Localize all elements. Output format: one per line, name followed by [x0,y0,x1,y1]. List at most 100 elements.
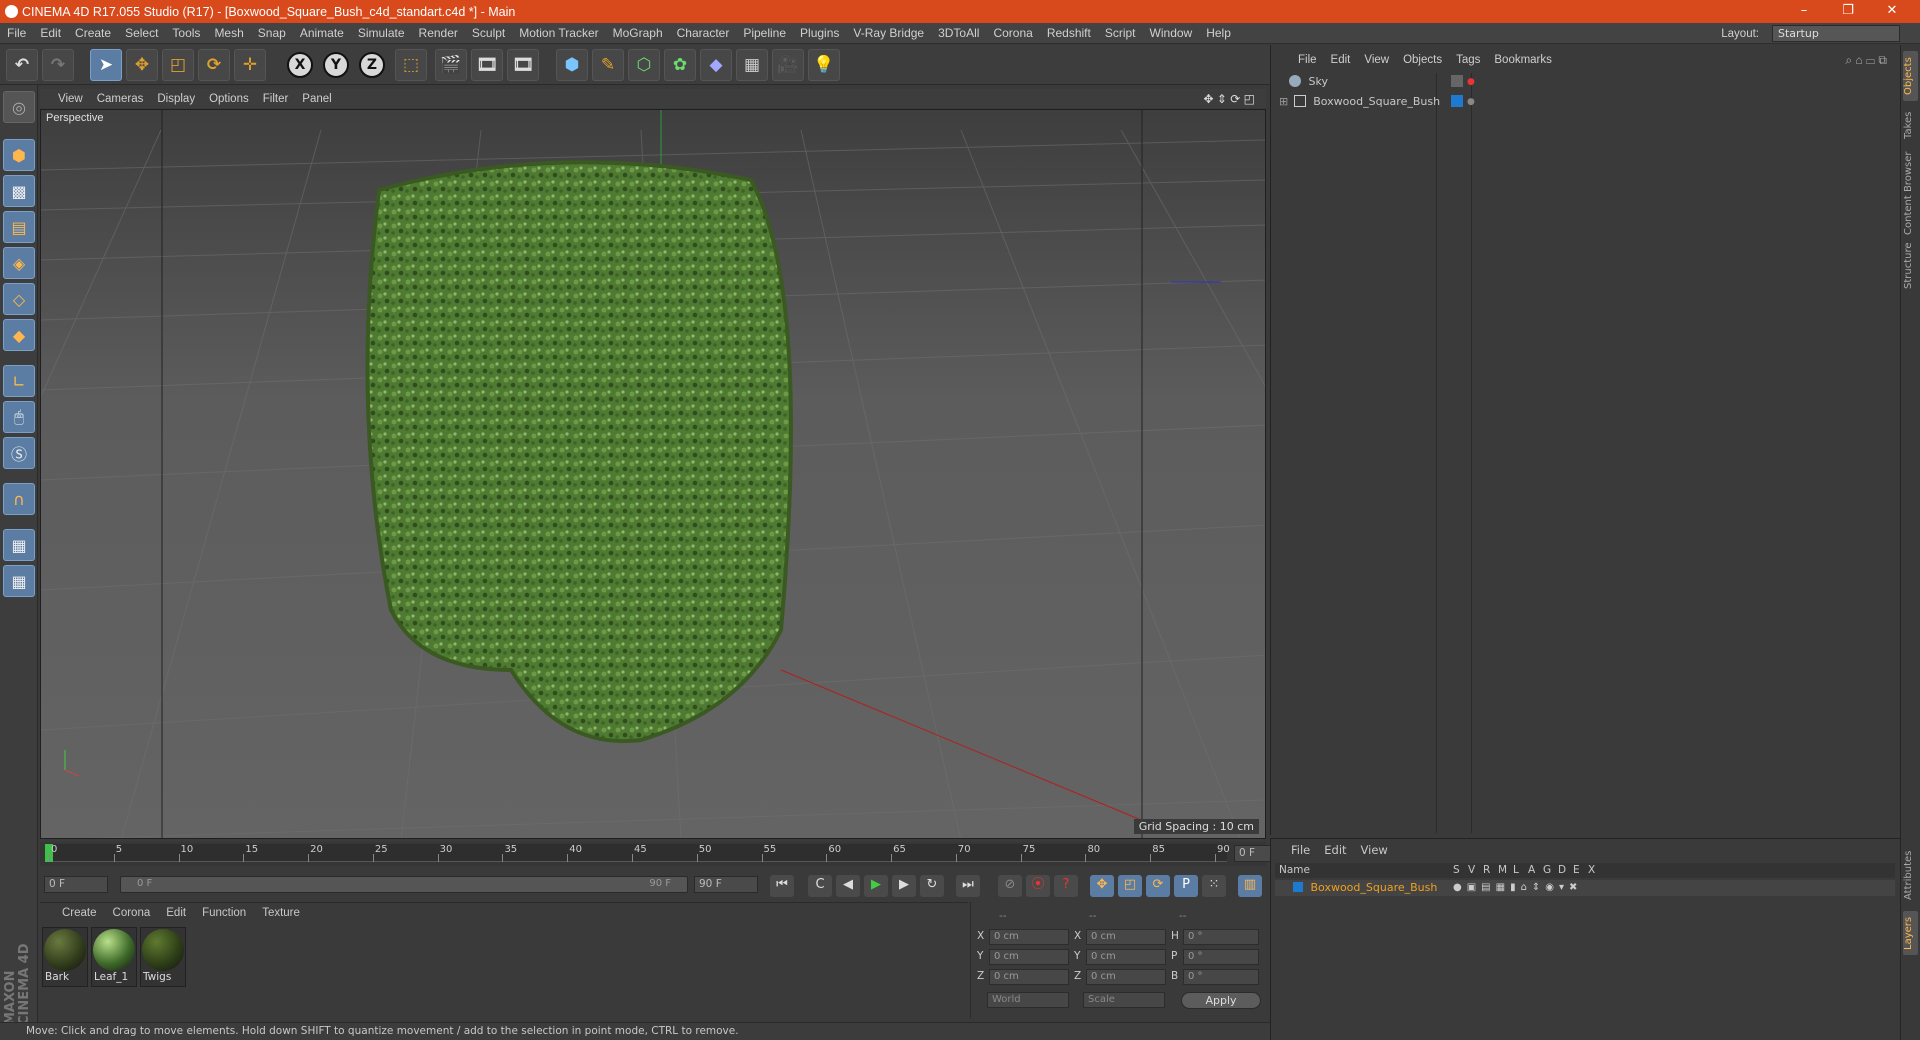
tweak-mode-icon[interactable]: 🖱 [3,401,35,433]
rotate-tool-icon[interactable]: ⟳ [198,49,230,81]
previous-key-icon[interactable]: C [808,875,832,897]
lock-x-axis-icon[interactable]: X [287,52,313,78]
size-x-field[interactable]: 0 cm [1086,929,1166,945]
object-menu-file[interactable]: File [1291,54,1324,66]
menu-create[interactable]: Create [68,26,118,40]
minimize-button[interactable]: – [1782,0,1826,23]
object-row-boxwood[interactable]: ⊞ Boxwood_Square_Bush ● [1279,93,1869,110]
menu-mograph[interactable]: MoGraph [606,26,670,40]
tab-layers[interactable]: Layers [1903,911,1918,955]
timeline-ruler[interactable]: 0 5 10 15 20 25 30 35 40 45 50 55 60 65 70 75 80 85 90 0 F [40,842,1294,866]
menu-pipeline[interactable]: Pipeline [736,26,793,40]
viewport-menu-options[interactable]: Options [202,93,256,105]
object-menu-bookmarks[interactable]: Bookmarks [1487,54,1559,66]
autokey-icon[interactable]: ⦿ [1026,875,1050,897]
move-tool-icon[interactable]: ✥ [126,49,158,81]
menu-simulate[interactable]: Simulate [351,26,412,40]
make-editable-icon[interactable]: ◎ [3,91,35,123]
render-picture-viewer-icon[interactable]: 🎞 [471,49,503,81]
object-menu-edit[interactable]: Edit [1324,54,1358,66]
cube-primitive-icon[interactable]: ⬢ [556,49,588,81]
key-rotation-icon[interactable]: ⟳ [1146,875,1170,897]
layer-menu-file[interactable]: File [1291,843,1310,857]
layer-color-icon[interactable] [1293,882,1303,892]
record-keys-icon[interactable]: ⊘ [998,875,1022,897]
menu-plugins[interactable]: Plugins [793,26,846,40]
size-mode-dropdown[interactable]: Scale [1083,992,1165,1008]
coordinate-system-icon[interactable]: ⬚ [395,49,427,81]
menu-edit[interactable]: Edit [33,26,68,40]
redo-icon[interactable]: ↷ [42,49,74,81]
go-to-end-icon[interactable]: ⏭ [956,875,980,897]
polygons-mode-icon[interactable]: ◆ [3,319,35,351]
rot-h-field[interactable]: 0 ° [1183,929,1259,945]
layer-menu-view[interactable]: View [1361,843,1388,857]
timeline-track[interactable]: 0 5 10 15 20 25 30 35 40 45 50 55 60 65 70 75 80 85 90 [45,844,1230,862]
key-scale-icon[interactable]: ◰ [1118,875,1142,897]
layer-menu-edit[interactable]: Edit [1324,843,1346,857]
points-mode-icon[interactable]: ◈ [3,247,35,279]
camera-icon[interactable]: 🎥 [772,49,804,81]
play-icon[interactable]: ▶ [864,875,888,897]
scale-tool-icon[interactable]: ◰ [162,49,194,81]
menu-3dtoall[interactable]: 3DToAll [931,26,986,40]
workplane-mode-icon[interactable]: ▤ [3,211,35,243]
object-row-sky[interactable]: Sky ● [1279,73,1869,90]
material-menu-edit[interactable]: Edit [158,907,194,919]
pos-y-field[interactable]: 0 cm [989,949,1069,965]
light-bulb-icon[interactable]: 💡 [808,49,840,81]
material-menu-create[interactable]: Create [54,907,105,919]
viewport-nav-icons[interactable]: ✥ ⇕ ⟳ ◰ [1196,92,1262,106]
live-select-icon[interactable]: ✛ [234,49,266,81]
viewport-menu-panel[interactable]: Panel [295,93,338,105]
keyframe-selection-icon[interactable]: ? [1054,875,1078,897]
menu-render[interactable]: Render [412,26,465,40]
model-mode-icon[interactable]: ⬢ [3,139,35,171]
object-search-icon[interactable]: ⌕ ⌂ ▭ ⧉ [1838,53,1894,68]
key-parameter-icon[interactable]: P [1174,875,1198,897]
spline-pen-icon[interactable]: ✎ [592,49,624,81]
menu-select[interactable]: Select [118,26,165,40]
perspective-viewport[interactable]: Perspective Grid Spacing : 10 cm [40,109,1266,839]
layer-row[interactable]: Boxwood_Square_Bush ●▣▤▦▮⌂⇕◉▾✖ [1275,880,1895,896]
tab-structure[interactable]: Structure [1903,241,1918,291]
render-settings-icon[interactable]: 🎞 [507,49,539,81]
display-tag-icon[interactable] [1451,75,1463,87]
end-frame-field[interactable]: 90 F [694,876,758,893]
lock-z-axis-icon[interactable]: Z [359,52,385,78]
edges-mode-icon[interactable]: ◇ [3,283,35,315]
snapping-icon[interactable]: Ⓢ [3,437,35,469]
menu-tools[interactable]: Tools [165,26,207,40]
menu-animate[interactable]: Animate [293,26,351,40]
key-pla-icon[interactable]: ⁙ [1202,875,1226,897]
deformer-icon[interactable]: ◆ [700,49,732,81]
boxwood-bush-model[interactable] [365,160,793,744]
subdivision-surface-icon[interactable]: ⬡ [628,49,660,81]
menu-redshift[interactable]: Redshift [1040,26,1098,40]
layout-dropdown[interactable]: Startup [1772,25,1900,42]
magnet-icon[interactable]: ∩ [3,483,35,515]
material-bark[interactable]: Bark [42,927,88,987]
close-button[interactable]: ✕ [1870,0,1914,23]
object-menu-view[interactable]: View [1357,54,1396,66]
start-frame-field[interactable]: 0 F [44,876,108,893]
menu-mesh[interactable]: Mesh [207,26,250,40]
visibility-dots-icon[interactable]: ● [1467,94,1475,111]
rot-p-field[interactable]: 0 ° [1183,949,1259,965]
previous-frame-icon[interactable]: ◀ [836,875,860,897]
material-menu-function[interactable]: Function [194,907,254,919]
tab-content-browser[interactable]: Content Browser [1903,149,1918,237]
layer-color-icon[interactable] [1451,95,1463,107]
tab-takes[interactable]: Takes [1903,105,1918,145]
timeline-window-icon[interactable]: ▥ [1238,875,1262,897]
material-menu-corona[interactable]: Corona [105,907,159,919]
restore-button[interactable]: ❐ [1826,0,1870,23]
texture-mode-icon[interactable]: ▩ [3,175,35,207]
menu-motion-tracker[interactable]: Motion Tracker [512,26,605,40]
select-arrow-icon[interactable]: ➤ [90,49,122,81]
visibility-dots-icon[interactable]: ● [1467,74,1475,91]
menu-file[interactable]: File [0,26,33,40]
viewport-menu-cameras[interactable]: Cameras [90,93,151,105]
menu-corona[interactable]: Corona [986,26,1039,40]
menu-window[interactable]: Window [1143,26,1200,40]
